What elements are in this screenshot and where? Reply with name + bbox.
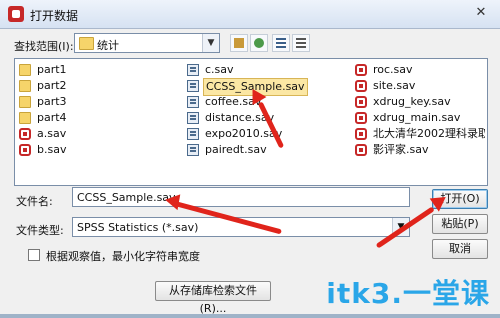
data-file-icon: [187, 80, 199, 92]
cancel-button[interactable]: 取消: [432, 239, 488, 259]
folder-icon: [19, 80, 31, 92]
window-title: 打开数据: [30, 9, 79, 23]
watermark-logo: itk3.一堂课: [326, 277, 490, 310]
title-bar: 打开数据 ✕: [0, 0, 500, 29]
data-file-icon: [187, 96, 199, 108]
sav-file-icon: [355, 144, 367, 156]
filetype-value: SPSS Statistics (*.sav): [77, 221, 199, 234]
new-folder-icon: [254, 38, 264, 48]
chevron-down-icon[interactable]: ▼: [202, 34, 219, 52]
new-folder-button[interactable]: [250, 34, 268, 52]
data-file-icon: [187, 64, 199, 76]
retrieve-from-repository-button[interactable]: 从存储库检索文件(R)...: [155, 281, 271, 315]
sav-file-icon: [355, 128, 367, 140]
sav-file-icon: [19, 128, 31, 140]
open-data-dialog: 打开数据 ✕ 查找范围(I): 统计 ▼ part1 part2 part3 p…: [0, 0, 500, 315]
list-view-button[interactable]: [272, 34, 290, 52]
sav-file-icon: [355, 80, 367, 92]
folder-icon: [19, 64, 31, 76]
data-file-icon: [187, 144, 199, 156]
folder-icon: [19, 112, 31, 124]
spss-app-icon: [8, 6, 24, 22]
file-list[interactable]: part1 part2 part3 part4 a.sav b.sav c.sa…: [14, 58, 488, 186]
filename-value: CCSS_Sample.sav: [77, 191, 176, 204]
list-item[interactable]: 北大清华2002理科录取比: [355, 126, 485, 142]
annotation-arrow-head: [163, 191, 181, 211]
sav-file-icon: [355, 64, 367, 76]
look-in-combobox[interactable]: 统计 ▼: [74, 33, 220, 53]
up-folder-icon: [234, 38, 244, 48]
folder-icon: [79, 37, 94, 50]
folder-icon: [19, 96, 31, 108]
look-in-label: 查找范围(I):: [14, 40, 74, 53]
filename-label: 文件名:: [16, 195, 53, 208]
up-folder-button[interactable]: [230, 34, 248, 52]
data-file-icon: [187, 112, 199, 124]
details-view-icon: [296, 38, 306, 48]
checkbox-label: 根据观察值，最小化字符串宽度: [46, 250, 200, 263]
data-file-icon: [187, 128, 199, 140]
sav-file-icon: [355, 96, 367, 108]
close-icon[interactable]: ✕: [470, 4, 492, 22]
sav-file-icon: [355, 112, 367, 124]
filename-input[interactable]: CCSS_Sample.sav: [72, 187, 410, 207]
details-view-button[interactable]: [292, 34, 310, 52]
list-view-icon: [276, 38, 286, 48]
look-in-value: 统计: [97, 39, 119, 52]
minimize-string-width-checkbox[interactable]: [28, 249, 40, 261]
filetype-label: 文件类型:: [16, 224, 64, 237]
paste-button[interactable]: 粘贴(P): [432, 214, 488, 234]
sav-file-icon: [19, 144, 31, 156]
